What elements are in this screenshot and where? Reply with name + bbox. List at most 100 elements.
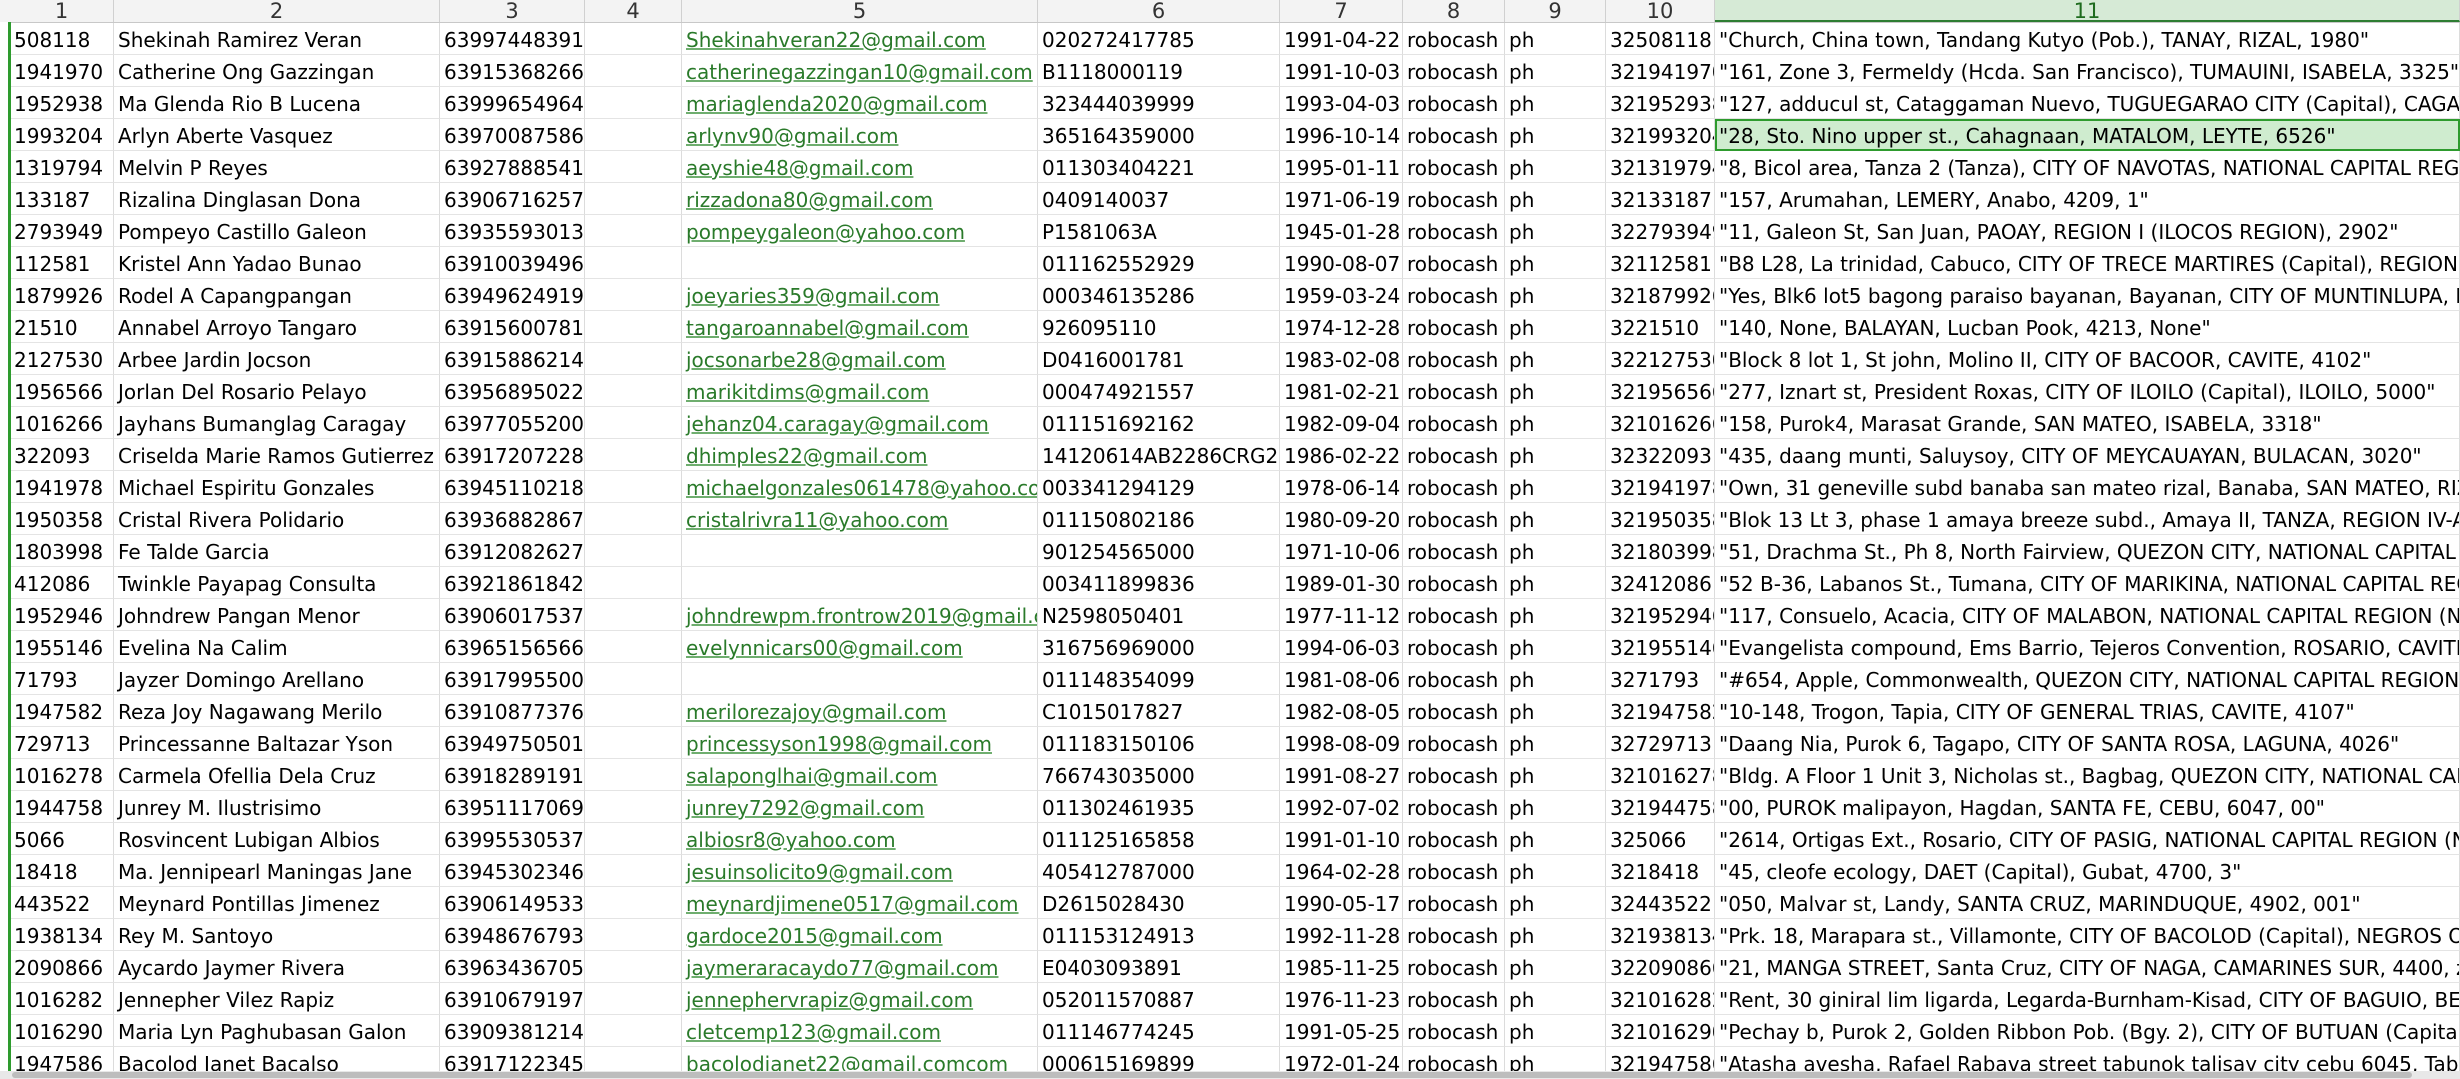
cell-col-4[interactable]	[585, 631, 682, 663]
cell-col-5[interactable]: salaponglhai@gmail.com	[682, 759, 1038, 791]
cell-col-10[interactable]: 321319794	[1606, 151, 1715, 183]
cell-col-2[interactable]: Evelina Na Calim	[114, 631, 440, 663]
cell-col-10[interactable]: 321938134	[1606, 919, 1715, 951]
cell-col-2[interactable]: Rizalina Dinglasan Dona	[114, 183, 440, 215]
cell-col-9[interactable]: ph	[1505, 247, 1606, 279]
cell-col-7[interactable]: 1992-07-02	[1280, 791, 1403, 823]
cell-col-6[interactable]: 011148354099	[1038, 663, 1280, 695]
cell-col-8[interactable]: robocash	[1403, 535, 1505, 567]
cell-col-9[interactable]: ph	[1505, 983, 1606, 1015]
cell-col-6[interactable]: 323444039999	[1038, 87, 1280, 119]
cell-col-6[interactable]: 316756969000	[1038, 631, 1280, 663]
cell-col-2[interactable]: Cristal Rivera Polidario	[114, 503, 440, 535]
cell-col-2[interactable]: Rodel A Capangpangan	[114, 279, 440, 311]
cell-col-1[interactable]: 1319794	[10, 151, 114, 183]
cell-col-5[interactable]: aeyshie48@gmail.com	[682, 151, 1038, 183]
cell-col-7[interactable]: 1998-08-09	[1280, 727, 1403, 759]
cell-col-5[interactable]: Shekinahveran22@gmail.com	[682, 23, 1038, 55]
cell-col-2[interactable]: Pompeyo Castillo Galeon	[114, 215, 440, 247]
cell-col-6[interactable]: D2615028430	[1038, 887, 1280, 919]
cell-col-3[interactable]: 639120826277F	[440, 535, 585, 567]
cell-col-6[interactable]: 003411899836	[1038, 567, 1280, 599]
cell-col-7[interactable]: 1991-10-03	[1280, 55, 1403, 87]
cell-col-8[interactable]: robocash	[1403, 311, 1505, 343]
cell-col-3[interactable]: 639634367050M	[440, 951, 585, 983]
cell-col-1[interactable]: 1941970	[10, 55, 114, 87]
cell-col-4[interactable]	[585, 119, 682, 151]
column-header-3[interactable]: 3	[440, 0, 585, 22]
cell-col-10[interactable]: 3218418	[1606, 855, 1715, 887]
cell-col-10[interactable]: 325066	[1606, 823, 1715, 855]
cell-col-4[interactable]	[585, 279, 682, 311]
cell-col-9[interactable]: ph	[1505, 87, 1606, 119]
cell-col-5[interactable]: jesuinsolicito9@gmail.com	[682, 855, 1038, 887]
cell-col-9[interactable]: ph	[1505, 791, 1606, 823]
cell-col-1[interactable]: 112581	[10, 247, 114, 279]
cell-col-6[interactable]: C1015017827	[1038, 695, 1280, 727]
cell-col-4[interactable]	[585, 855, 682, 887]
cell-col-3[interactable]: 639106791974F	[440, 983, 585, 1015]
cell-col-3[interactable]: 639093812141F	[440, 1015, 585, 1047]
cell-col-8[interactable]: robocash	[1403, 951, 1505, 983]
cell-col-10[interactable]: 321016266	[1606, 407, 1715, 439]
cell-col-9[interactable]: ph	[1505, 727, 1606, 759]
cell-col-5[interactable]: gardoce2015@gmail.com	[682, 919, 1038, 951]
cell-col-10[interactable]: 322793949	[1606, 215, 1715, 247]
cell-col-3[interactable]: 639067162572F	[440, 183, 585, 215]
cell-col-4[interactable]	[585, 983, 682, 1015]
cell-col-9[interactable]: ph	[1505, 343, 1606, 375]
cell-col-2[interactable]: Annabel Arroyo Tangaro	[114, 311, 440, 343]
cell-col-7[interactable]: 1983-02-08	[1280, 343, 1403, 375]
cell-col-1[interactable]: 1952946	[10, 599, 114, 631]
cell-col-8[interactable]: robocash	[1403, 375, 1505, 407]
cell-col-7[interactable]: 1993-04-03	[1280, 87, 1403, 119]
cell-col-3[interactable]: 639511170691M	[440, 791, 585, 823]
cell-col-7[interactable]: 1996-10-14	[1280, 119, 1403, 151]
column-header-5[interactable]: 5	[682, 0, 1038, 22]
cell-col-8[interactable]: robocash	[1403, 759, 1505, 791]
cell-col-2[interactable]: Aycardo Jaymer Rivera	[114, 951, 440, 983]
cell-col-9[interactable]: ph	[1505, 311, 1606, 343]
cell-col-8[interactable]: robocash	[1403, 439, 1505, 471]
cell-col-3[interactable]: 639451102183M	[440, 471, 585, 503]
cell-col-3[interactable]: 639955305370M	[440, 823, 585, 855]
cell-col-9[interactable]: ph	[1505, 119, 1606, 151]
cell-col-4[interactable]	[585, 439, 682, 471]
cell-col-11[interactable]: "140, None, BALAYAN, Lucban Pook, 4213, …	[1715, 311, 2460, 343]
cell-col-3[interactable]: 639996549641F	[440, 87, 585, 119]
cell-col-8[interactable]: robocash	[1403, 823, 1505, 855]
cell-col-7[interactable]: 1974-12-28	[1280, 311, 1403, 343]
cell-col-2[interactable]: Twinkle Payapag Consulta	[114, 567, 440, 599]
cell-col-2[interactable]: Shekinah Ramirez Veran	[114, 23, 440, 55]
cell-col-9[interactable]: ph	[1505, 279, 1606, 311]
cell-col-2[interactable]: Jennepher Vilez Rapiz	[114, 983, 440, 1015]
cell-col-3[interactable]: 639100394962F	[440, 247, 585, 279]
cell-col-7[interactable]: 1982-09-04	[1280, 407, 1403, 439]
cell-col-1[interactable]: 443522	[10, 887, 114, 919]
cell-col-11[interactable]: "2614, Ortigas Ext., Rosario, CITY OF PA…	[1715, 823, 2460, 855]
cell-col-9[interactable]: ph	[1505, 823, 1606, 855]
cell-col-8[interactable]: robocash	[1403, 567, 1505, 599]
cell-col-2[interactable]: Rey M. Santoyo	[114, 919, 440, 951]
cell-col-3[interactable]: 639700875866F	[440, 119, 585, 151]
cell-col-7[interactable]: 1991-01-10	[1280, 823, 1403, 855]
cell-col-8[interactable]: robocash	[1403, 55, 1505, 87]
cell-col-10[interactable]: 32322093	[1606, 439, 1715, 471]
cell-col-3[interactable]: 639153682665F	[440, 55, 585, 87]
cell-col-2[interactable]: Ma. Jennipearl Maningas Jane	[114, 855, 440, 887]
cell-col-11[interactable]: "51, Drachma St., Ph 8, North Fairview, …	[1715, 535, 2460, 567]
cell-col-11[interactable]: "Prk. 18, Marapara st., Villamonte, CITY…	[1715, 919, 2460, 951]
cell-col-1[interactable]: 21510	[10, 311, 114, 343]
cell-col-4[interactable]	[585, 599, 682, 631]
cell-col-1[interactable]: 2127530	[10, 343, 114, 375]
cell-col-1[interactable]: 729713	[10, 727, 114, 759]
cell-col-6[interactable]: N2598050401	[1038, 599, 1280, 631]
cell-col-8[interactable]: robocash	[1403, 791, 1505, 823]
cell-col-8[interactable]: robocash	[1403, 471, 1505, 503]
cell-col-9[interactable]: ph	[1505, 759, 1606, 791]
cell-col-8[interactable]: robocash	[1403, 407, 1505, 439]
cell-col-6[interactable]: 011183150106	[1038, 727, 1280, 759]
cell-col-5[interactable]: meynardjimene0517@gmail.com	[682, 887, 1038, 919]
cell-col-7[interactable]: 1990-08-07	[1280, 247, 1403, 279]
cell-col-11[interactable]: "Blok 13 Lt 3, phase 1 amaya breeze subd…	[1715, 503, 2460, 535]
